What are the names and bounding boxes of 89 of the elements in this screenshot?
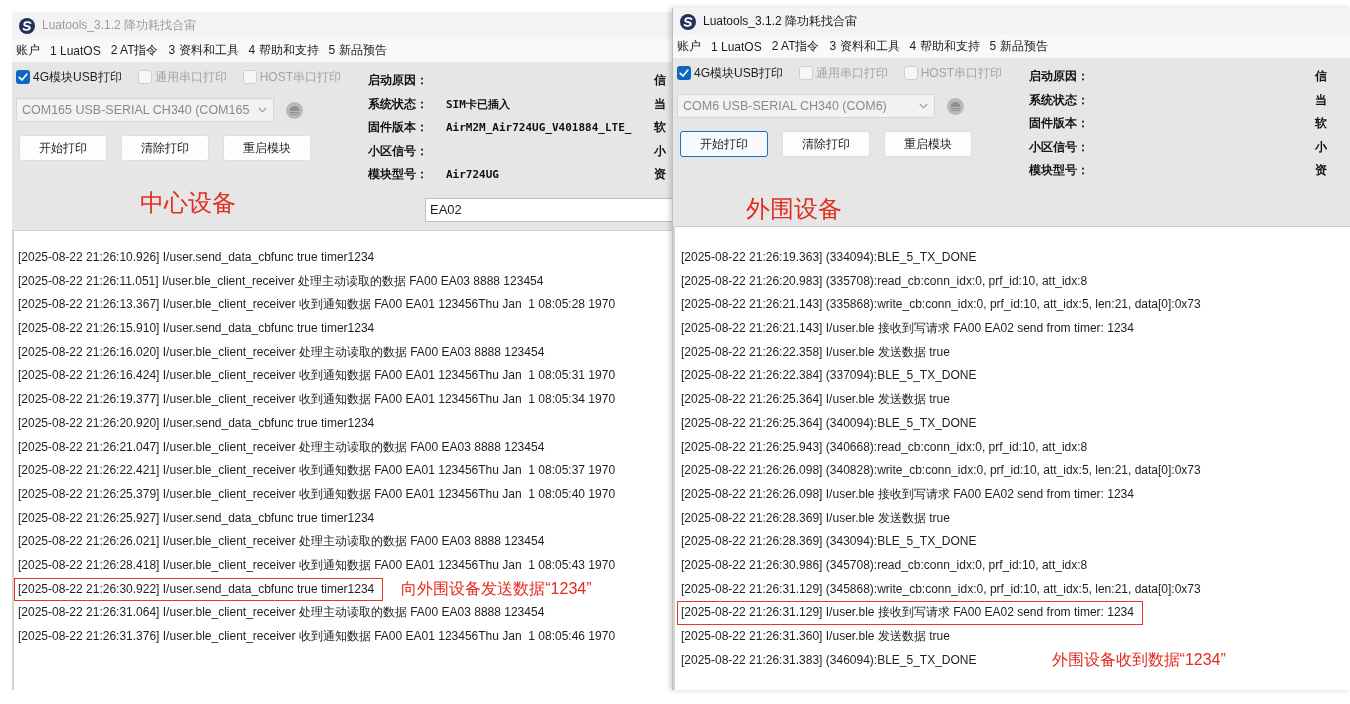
action-button[interactable]: 开始打印: [680, 131, 768, 157]
log-line: [2025-08-22 21:26:22.358] I/user.ble 发送数据 true: [680, 343, 951, 361]
info-label: 软: [1315, 115, 1328, 133]
log-line: [2025-08-22 21:26:20.920] I/user.send_data_cbfunc true timer1234: [17, 414, 376, 432]
log-line: [2025-08-22 21:26:21.047] I/user.ble_client_receiver 处理主动读取的数据 FA00 EA03 8888 123454: [17, 438, 546, 456]
menu-item[interactable]: 3 资料和工具: [168, 42, 239, 59]
log-line: [2025-08-22 21:26:25.379] I/user.ble_client_receiver 收到通知数据 FA00 EA01 123456Thu Jan 1 08:05:40 1970: [17, 485, 617, 503]
log-line: [2025-08-22 21:26:20.983] (335708):read_cb:conn_idx:0, prf_id:10, att_idx:8: [680, 272, 1089, 290]
info-label: 信: [1315, 68, 1328, 86]
info-label: 小区信号：: [368, 142, 429, 160]
log-line: [2025-08-22 21:26:26.098] (340828):write_cb:conn_idx:0, prf_id:10, att_idx:5, len:21, data[0]:0x73: [680, 462, 1202, 480]
log-line: [2025-08-22 21:26:26.098] I/user.ble 接收到写请求 FA00 EA02 send from timer: 1234: [680, 485, 1135, 503]
print-option-checkbox[interactable]: 4G模块USB打印: [16, 68, 122, 86]
log-line: [2025-08-22 21:26:11.051] I/user.ble_client_receiver 处理主动读取的数据 FA00 EA03 8888 123454: [17, 272, 545, 290]
menu-item[interactable]: 账户: [16, 42, 40, 59]
menu-item[interactable]: 1 LuatOS: [50, 43, 101, 58]
action-button[interactable]: 开始打印: [19, 135, 107, 161]
menu-item[interactable]: 5 新品预告: [989, 38, 1048, 55]
log-line: [2025-08-22 21:26:25.364] I/user.ble 发送数据 true: [680, 391, 951, 409]
log-line: [2025-08-22 21:26:19.363] (334094):BLE_5_TX_DONE: [680, 249, 978, 266]
action-button[interactable]: 清除打印: [782, 131, 870, 157]
caret-icon: [919, 103, 928, 109]
caret-icon: [258, 107, 267, 113]
log-line: [2025-08-22 21:26:28.418] I/user.ble_client_receiver 收到通知数据 FA00 EA01 123456Thu Jan 1 08:05:43 1970: [17, 556, 617, 574]
action-button[interactable]: 重启模块: [223, 135, 311, 161]
menu-item[interactable]: 3 资料和工具: [829, 38, 900, 55]
info-label: 模块型号：: [1029, 162, 1090, 180]
info-value: SIM卡已插入: [446, 96, 511, 112]
info-label: 系统状态：: [1029, 91, 1090, 109]
info-label: 小: [654, 142, 667, 160]
window-title: Luatools_3.1.2 降功耗找合宙: [42, 17, 197, 34]
info-label: 信: [654, 72, 667, 90]
logo-icon: [19, 17, 35, 34]
striped-disc-icon[interactable]: [286, 101, 303, 119]
log-line: [2025-08-22 21:26:13.367] I/user.ble_client_receiver 收到通知数据 FA00 EA01 123456Thu Jan 1 08:05:28 1970: [17, 296, 617, 314]
info-label: 固件版本：: [1029, 115, 1090, 133]
annotation-text: 外围设备收到数据“1234”: [1051, 650, 1226, 671]
menu-item[interactable]: 账户: [677, 38, 701, 55]
log-line: [2025-08-22 21:26:26.021] I/user.ble_client_receiver 处理主动读取的数据 FA00 EA03 8888 123454: [17, 533, 546, 551]
log-line: [2025-08-22 21:26:16.424] I/user.ble_client_receiver 收到通知数据 FA00 EA01 123456Thu Jan 1 08:05:31 1970: [17, 367, 617, 385]
menu-item[interactable]: 2 AT指令: [771, 38, 820, 55]
log-line: [2025-08-22 21:26:31.360] I/user.ble 发送数据 true: [680, 628, 951, 645]
log-line: [2025-08-22 21:26:22.421] I/user.ble_client_receiver 收到通知数据 FA00 EA01 123456Thu Jan 1 08:05:37 1970: [17, 462, 617, 480]
log-line: [2025-08-22 21:26:28.369] I/user.ble 发送数据 true: [680, 509, 951, 527]
log-line: [2025-08-22 21:26:22.384] (337094):BLE_5_TX_DONE: [680, 367, 978, 385]
info-label: 系统状态：: [368, 95, 429, 113]
log-line: [2025-08-22 21:26:21.143] (335868):write_cb:conn_idx:0, prf_id:10, att_idx:5, len:21, data[0]:0x73: [680, 296, 1202, 314]
log-line: [2025-08-22 21:26:10.926] I/user.send_data_cbfunc true timer1234: [17, 249, 376, 266]
print-option-checkbox[interactable]: 4G模块USB打印: [677, 64, 783, 82]
action-button[interactable]: 清除打印: [121, 135, 209, 161]
info-label: 资: [654, 166, 667, 184]
log-line: [2025-08-22 21:26:15.910] I/user.send_data_cbfunc true timer1234: [17, 320, 376, 338]
log-line: [2025-08-22 21:26:31.129] (345868):write_cb:conn_idx:0, prf_id:10, att_idx:5, len:21, data[0]:0x73: [680, 580, 1202, 598]
annotation-text: 向外围设备发送数据“1234”: [401, 578, 592, 599]
filter-field[interactable]: EA02: [425, 197, 672, 222]
log-line: [2025-08-22 21:26:21.143] I/user.ble 接收到写请求 FA00 EA02 send from timer: 1234: [680, 320, 1135, 338]
info-label: 固件版本：: [368, 119, 429, 137]
menu-item[interactable]: 1 LuatOS: [711, 39, 762, 54]
info-label: 当: [1315, 91, 1328, 109]
log-line: [2025-08-22 21:26:31.064] I/user.ble_client_receiver 处理主动读取的数据 FA00 EA03 8888 123454: [17, 604, 546, 622]
info-label: 软: [654, 119, 667, 137]
log-line: [2025-08-22 21:26:25.364] (340094):BLE_5_TX_DONE: [680, 414, 978, 432]
annotation-text: 外围设备: [746, 195, 842, 223]
log-line: [2025-08-22 21:26:31.383] (346094):BLE_5_TX_DONE: [680, 651, 978, 669]
menu-item[interactable]: 4 帮助和支持: [909, 38, 980, 55]
log-line: [2025-08-22 21:26:25.927] I/user.send_data_cbfunc true timer1234: [17, 509, 376, 527]
info-value: Air724UG: [446, 168, 500, 182]
info-label: 小: [1315, 138, 1328, 156]
log-line: [2025-08-22 21:26:16.020] I/user.ble_client_receiver 处理主动读取的数据 FA00 EA03 8888 123454: [17, 343, 546, 361]
log-line: [2025-08-22 21:26:28.369] (343094):BLE_5_TX_DONE: [680, 533, 978, 551]
info-label: 资: [1315, 162, 1328, 180]
menu-item[interactable]: 2 AT指令: [110, 42, 159, 59]
window-title: Luatools_3.1.2 降功耗找合宙: [703, 13, 858, 30]
info-label: 小区信号：: [1029, 138, 1090, 156]
menu-item[interactable]: 4 帮助和支持: [248, 42, 319, 59]
striped-disc-icon[interactable]: [947, 97, 964, 115]
menu-item[interactable]: 5 新品预告: [328, 42, 387, 59]
action-button[interactable]: 重启模块: [884, 131, 972, 157]
info-label: 当: [654, 95, 667, 113]
annotation-text: 中心设备: [140, 189, 236, 217]
info-value: AirM2M_Air724UG_V401884_LTE_: [446, 121, 633, 135]
log-line: [2025-08-22 21:26:19.377] I/user.ble_client_receiver 收到通知数据 FA00 EA01 123456Thu Jan 1 08:05:34 1970: [17, 391, 617, 409]
info-label: 启动原因：: [1029, 68, 1090, 86]
log-line: [2025-08-22 21:26:25.943] (340668):read_cb:conn_idx:0, prf_id:10, att_idx:8: [680, 438, 1089, 456]
log-line: [2025-08-22 21:26:30.986] (345708):read_cb:conn_idx:0, prf_id:10, att_idx:8: [680, 556, 1089, 574]
logo-icon: [680, 13, 696, 30]
log-line: [2025-08-22 21:26:31.376] I/user.ble_client_receiver 收到通知数据 FA00 EA01 123456Thu Jan 1 08:05:46 1970: [17, 628, 617, 645]
info-label: 模块型号：: [368, 166, 429, 184]
info-label: 启动原因：: [368, 72, 429, 90]
